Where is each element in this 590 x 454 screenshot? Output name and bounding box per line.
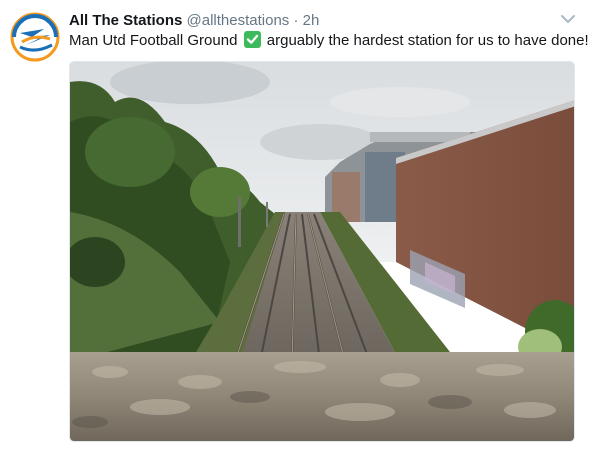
check-mark-icon <box>243 31 261 48</box>
avatar[interactable] <box>10 12 60 62</box>
tweet-text-part-2: arguably the hardest station for us to h… <box>266 32 589 49</box>
tweet-photo[interactable] <box>69 61 575 442</box>
railway-photo <box>70 62 574 441</box>
separator-dot: · <box>293 12 299 29</box>
display-name[interactable]: All The Stations <box>69 12 182 29</box>
tweet[interactable]: All The Stations @allthestations · 2h Ma… <box>0 0 590 454</box>
all-the-stations-logo-icon <box>10 12 60 62</box>
user-handle[interactable]: @allthestations <box>187 12 290 29</box>
chevron-down-icon[interactable] <box>560 12 576 24</box>
timestamp[interactable]: 2h <box>303 12 320 29</box>
tweet-text: Man Utd Football Ground arguably the har… <box>69 31 589 51</box>
tweet-text-part-1: Man Utd Football Ground <box>69 32 238 49</box>
tweet-header: All The Stations @allthestations · 2h <box>69 11 319 31</box>
